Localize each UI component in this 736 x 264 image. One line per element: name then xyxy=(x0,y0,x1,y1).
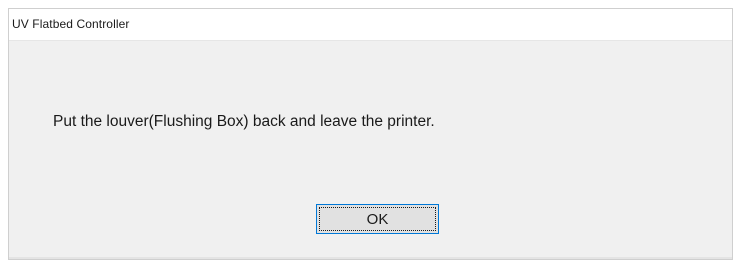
dialog-message: Put the louver(Flushing Box) back and le… xyxy=(53,113,435,130)
message-dialog: UV Flatbed Controller Put the louver(Flu… xyxy=(8,8,733,260)
dialog-titlebar[interactable]: UV Flatbed Controller xyxy=(9,9,732,41)
dialog-bottom-edge xyxy=(9,257,732,259)
dialog-title: UV Flatbed Controller xyxy=(12,17,130,31)
ok-button[interactable]: OK xyxy=(316,204,439,234)
